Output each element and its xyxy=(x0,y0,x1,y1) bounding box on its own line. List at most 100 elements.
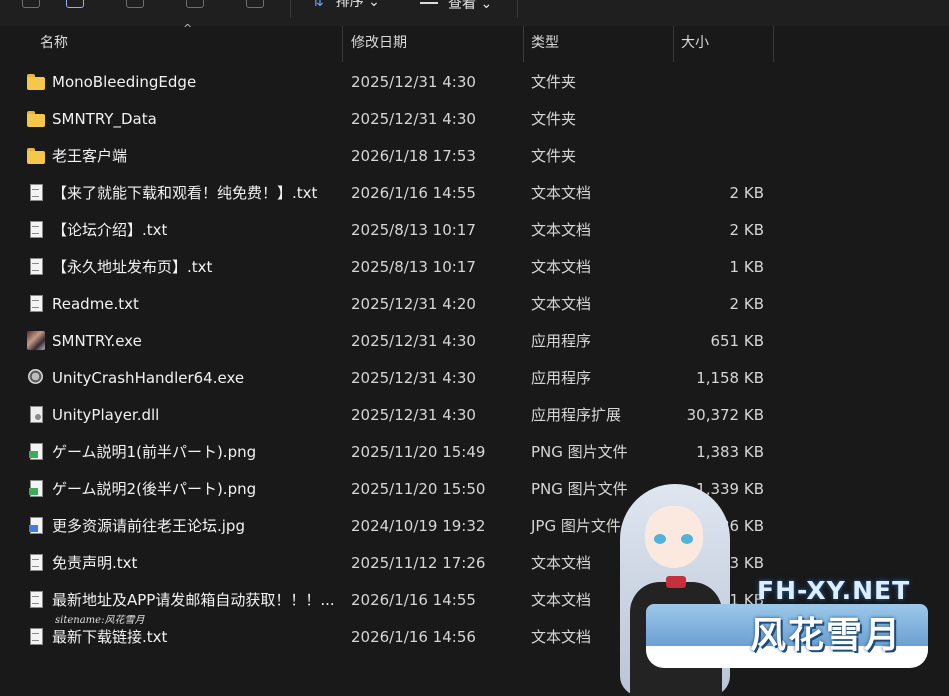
jpg-image-icon xyxy=(26,508,46,545)
file-row[interactable]: 【来了就能下载和观看！纯免费！】.txt 2026/1/16 14:55 文本文档 2… xyxy=(0,175,949,212)
file-size: 30,372 KB xyxy=(686,406,764,424)
toolbar-separator xyxy=(517,0,518,18)
file-row[interactable]: SMNTRY.exe 2025/12/31 4:30 应用程序 651 KB xyxy=(0,323,949,360)
file-size: 1,158 KB xyxy=(696,369,764,387)
column-header-type[interactable]: 类型 xyxy=(531,26,559,62)
file-name: 【永久地址发布页】.txt xyxy=(52,258,213,276)
png-image-icon xyxy=(26,434,46,471)
new-icon[interactable] xyxy=(22,0,40,8)
file-size: 2 KB xyxy=(729,221,764,239)
unity-icon xyxy=(26,360,46,397)
file-name: SMNTRY.exe xyxy=(52,332,142,350)
folder-icon xyxy=(26,101,46,138)
file-row[interactable]: Readme.txt 2025/12/31 4:20 文本文档 2 KB xyxy=(0,286,949,323)
delete-icon[interactable] xyxy=(246,0,264,8)
character-eye xyxy=(681,534,693,544)
file-date: 2024/10/19 19:32 xyxy=(351,517,486,535)
file-name: 更多资源请前往老王论坛.jpg xyxy=(52,517,245,535)
file-date: 2025/11/20 15:49 xyxy=(351,443,486,461)
file-date: 2025/12/31 4:30 xyxy=(351,73,476,91)
file-type: PNG 图片文件 xyxy=(531,443,628,461)
folder-icon xyxy=(26,138,46,175)
toolbar-separator xyxy=(290,0,291,18)
column-header-name[interactable]: 名称 xyxy=(40,26,68,62)
file-date: 2025/12/31 4:20 xyxy=(351,295,476,313)
file-date: 2025/12/31 4:30 xyxy=(351,332,476,350)
watermark-sitename: sitename:风花雪月 xyxy=(55,615,145,626)
text-file-icon xyxy=(26,175,46,212)
file-name: UnityCrashHandler64.exe xyxy=(52,369,245,387)
command-bar: ⇅排序 ⌄ 查看 ⌄ ··· xyxy=(0,0,949,26)
file-type: 文件夹 xyxy=(531,147,577,165)
app-icon xyxy=(26,323,46,360)
copy-icon[interactable] xyxy=(66,0,84,8)
text-file-icon xyxy=(26,286,46,323)
file-row[interactable]: MonoBleedingEdge 2025/12/31 4:30 文件夹 xyxy=(0,64,949,101)
view-label: 查看 xyxy=(448,0,476,12)
file-name: Readme.txt xyxy=(52,295,139,313)
view-button[interactable]: 查看 ⌄ xyxy=(420,0,492,13)
file-type: 文本文档 xyxy=(531,628,592,646)
file-row[interactable]: SMNTRY_Data 2025/12/31 4:30 文件夹 xyxy=(0,101,949,138)
watermark-title: 风花雪月 xyxy=(750,615,903,656)
file-size: 2 KB xyxy=(729,184,764,202)
file-row[interactable]: 【论坛介绍】.txt 2025/8/13 10:17 文本文档 2 KB xyxy=(0,212,949,249)
watermark-logo: FH-XY.NET 风花雪月 xyxy=(600,484,949,696)
sort-label: 排序 xyxy=(335,0,364,10)
text-file-icon xyxy=(26,212,46,249)
file-date: 2025/12/31 4:30 xyxy=(351,110,476,128)
column-divider[interactable] xyxy=(773,26,774,62)
file-type: 文件夹 xyxy=(531,110,577,128)
file-date: 2026/1/16 14:56 xyxy=(351,628,476,646)
sort-button[interactable]: ⇅ 排序 ⌄ xyxy=(312,0,380,11)
file-date: 2026/1/16 14:55 xyxy=(351,184,476,202)
file-type: 文本文档 xyxy=(531,295,592,313)
share-icon[interactable] xyxy=(186,0,204,8)
file-type: 文本文档 xyxy=(531,221,592,239)
file-row[interactable]: UnityCrashHandler64.exe 2025/12/31 4:30 应用… xyxy=(0,360,949,397)
column-header-date[interactable]: 修改日期 xyxy=(351,26,407,62)
paste-icon[interactable] xyxy=(126,0,144,8)
file-name: 老王客户端 xyxy=(52,147,128,165)
file-name: 【论坛介绍】.txt xyxy=(52,221,168,239)
text-file-icon xyxy=(26,582,46,619)
view-list-icon xyxy=(420,0,438,4)
file-date: 2025/8/13 10:17 xyxy=(351,221,476,239)
column-divider[interactable] xyxy=(523,26,524,62)
png-image-icon xyxy=(26,471,46,508)
file-row[interactable]: ゲーム説明1(前半パート).png 2025/11/20 15:49 PNG 图片文… xyxy=(0,434,949,471)
file-type: 文本文档 xyxy=(531,554,592,572)
file-type: 应用程序扩展 xyxy=(531,406,622,424)
column-divider[interactable] xyxy=(673,26,674,62)
column-divider[interactable] xyxy=(342,26,343,62)
file-row[interactable]: 老王客户端 2026/1/18 17:53 文件夹 xyxy=(0,138,949,175)
dll-file-icon xyxy=(26,397,46,434)
text-file-icon xyxy=(26,619,46,656)
file-type: 应用程序 xyxy=(531,332,592,350)
file-size: 1,383 KB xyxy=(696,443,764,461)
file-type: 文本文档 xyxy=(531,258,592,276)
sort-ascending-icon: ^ xyxy=(183,22,193,35)
file-name: MonoBleedingEdge xyxy=(52,73,197,91)
file-name: 【来了就能下载和观看！纯免费！】.txt xyxy=(52,184,318,202)
file-date: 2026/1/16 14:55 xyxy=(351,591,476,609)
file-date: 2025/11/12 17:26 xyxy=(351,554,486,572)
file-size: 1 KB xyxy=(729,258,764,276)
folder-icon xyxy=(26,64,46,101)
column-header-row: ^ 名称 修改日期 类型 大小 xyxy=(0,22,949,62)
file-name: ゲーム説明1(前半パート).png xyxy=(52,443,257,461)
file-row[interactable]: 【永久地址发布页】.txt 2025/8/13 10:17 文本文档 1 KB xyxy=(0,249,949,286)
file-type: 文本文档 xyxy=(531,591,592,609)
file-row[interactable]: UnityPlayer.dll 2025/12/31 4:30 应用程序扩展 30,3… xyxy=(0,397,949,434)
file-date: 2025/11/20 15:50 xyxy=(351,480,486,498)
column-header-size[interactable]: 大小 xyxy=(681,26,709,62)
more-options-button[interactable]: ··· xyxy=(537,0,562,10)
text-file-icon xyxy=(26,545,46,582)
sort-arrows-icon: ⇅ xyxy=(312,0,324,10)
file-name: ゲーム説明2(後半パート).png xyxy=(52,480,257,498)
file-name: SMNTRY_Data xyxy=(52,110,157,128)
file-date: 2025/12/31 4:30 xyxy=(351,369,476,387)
text-file-icon xyxy=(26,249,46,286)
character-eye xyxy=(654,534,666,544)
character-ribbon xyxy=(666,576,686,588)
